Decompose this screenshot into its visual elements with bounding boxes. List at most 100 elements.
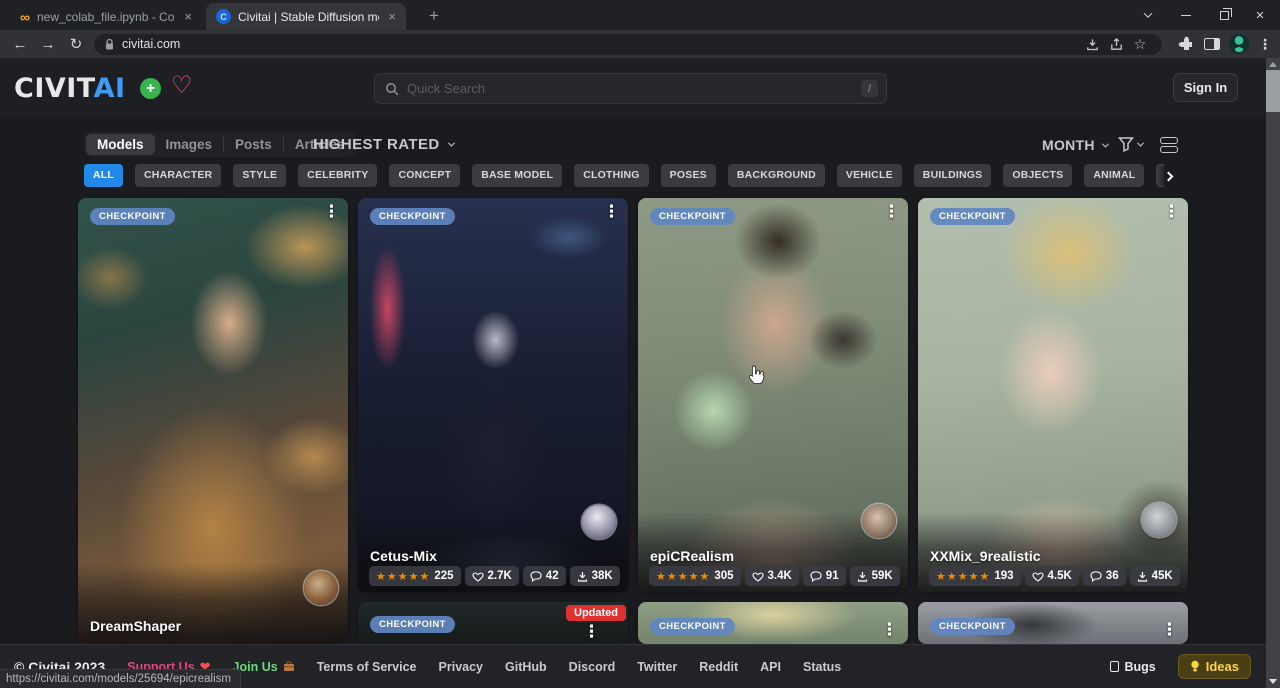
download-icon — [1137, 571, 1148, 582]
creator-avatar[interactable] — [862, 504, 896, 538]
scroll-up-arrow-icon[interactable] — [1269, 62, 1277, 67]
footer-link-status[interactable]: Status — [803, 660, 841, 674]
category-pill-clothing[interactable]: CLOTHING — [574, 164, 648, 187]
model-card-dreamshaper[interactable]: CHECKPOINT ⋮ DreamShaper — [78, 198, 348, 644]
url-text: civitai.com — [122, 37, 1080, 51]
category-pill-character[interactable]: CHARACTER — [135, 164, 221, 187]
model-card-xxmix9realistic[interactable]: CHECKPOINT ⋮ XXMix_9realistic ★★★★★ 193 … — [918, 198, 1188, 592]
downloads-pill: 59K — [850, 566, 900, 586]
page-scrollbar[interactable] — [1266, 58, 1280, 688]
downloads-count: 38K — [592, 570, 613, 582]
heart-icon — [1032, 571, 1044, 582]
close-window-button[interactable]: × — [1242, 0, 1278, 30]
filter-dropdown[interactable] — [1118, 136, 1143, 152]
period-dropdown[interactable]: MONTH — [1042, 137, 1108, 153]
favorites-heart-icon[interactable]: ♡ — [171, 71, 193, 100]
sign-in-button[interactable]: Sign In — [1173, 73, 1238, 102]
model-card-partial[interactable]: CHECKPOINT ⋮ — [918, 602, 1188, 644]
bugs-link[interactable]: Bugs — [1110, 660, 1156, 674]
lock-icon — [104, 38, 115, 51]
footer-link-privacy[interactable]: Privacy — [439, 660, 483, 674]
scroll-down-arrow-icon[interactable] — [1269, 679, 1277, 684]
restore-button[interactable] — [1206, 0, 1242, 30]
model-card-partial[interactable]: Updated CHECKPOINT ⋮ — [358, 602, 628, 644]
footer-link-reddit[interactable]: Reddit — [699, 660, 738, 674]
sort-dropdown[interactable]: HIGHEST RATED — [313, 136, 454, 153]
side-panel-icon[interactable] — [1204, 38, 1220, 50]
back-button[interactable]: ← — [8, 34, 32, 54]
category-pill-animal[interactable]: ANIMAL — [1084, 164, 1144, 187]
category-pill-base-model[interactable]: BASE MODEL — [472, 164, 562, 187]
tab-close-icon[interactable]: × — [182, 9, 194, 24]
tab-close-icon[interactable]: × — [386, 9, 398, 24]
bookmark-star-icon[interactable]: ☆ — [1128, 36, 1152, 53]
layout-toggle-button[interactable] — [1160, 137, 1178, 153]
category-pill-vehicle[interactable]: VEHICLE — [837, 164, 902, 187]
model-title: Cetus-Mix — [370, 548, 437, 564]
card-menu-icon[interactable]: ⋮ — [881, 620, 898, 640]
pills-scroll-right-button[interactable] — [1158, 166, 1178, 186]
card-menu-icon[interactable]: ⋮ — [1161, 620, 1178, 640]
category-pill-poses[interactable]: POSES — [661, 164, 716, 187]
category-pill-concept[interactable]: CONCEPT — [389, 164, 460, 187]
creator-avatar[interactable] — [1142, 503, 1176, 537]
tab-search-chevron-icon[interactable] — [1130, 0, 1166, 30]
minimize-button[interactable] — [1168, 0, 1204, 30]
creator-avatar[interactable] — [582, 505, 616, 539]
model-title: epiCRealism — [650, 548, 734, 564]
civitai-page: CIVITAI + ♡ / Sign In Models Images Post… — [0, 58, 1280, 688]
footer-link-github[interactable]: GitHub — [505, 660, 547, 674]
model-card-partial[interactable]: CHECKPOINT ⋮ — [638, 602, 908, 644]
card-menu-icon[interactable]: ⋮ — [1163, 202, 1180, 222]
model-card-epicrealism[interactable]: CHECKPOINT ⋮ epiCRealism ★★★★★ 305 3.4K … — [638, 198, 908, 592]
card-menu-icon[interactable]: ⋮ — [603, 202, 620, 222]
scrollbar-thumb[interactable] — [1266, 70, 1280, 112]
comments-count: 36 — [1106, 570, 1119, 582]
model-title: DreamShaper — [90, 618, 181, 634]
heart-icon — [752, 571, 764, 582]
share-icon[interactable] — [1104, 37, 1128, 52]
civitai-logo[interactable]: CIVITAI — [14, 73, 126, 104]
browser-menu-icon[interactable]: ⋮ — [1258, 36, 1272, 53]
category-pill-buildings[interactable]: BUILDINGS — [914, 164, 992, 187]
category-pill-background[interactable]: BACKGROUND — [728, 164, 825, 187]
download-page-icon[interactable] — [1080, 37, 1104, 52]
model-card-cetus-mix[interactable]: CHECKPOINT ⋮ Cetus-Mix ★★★★★ 225 2.7K 42… — [358, 198, 628, 592]
likes-pill: 3.4K — [745, 566, 799, 586]
forward-button[interactable]: → — [36, 34, 60, 54]
star-rating-icon: ★★★★★ — [376, 570, 430, 583]
likes-pill: 2.7K — [465, 566, 519, 586]
category-pill-objects[interactable]: OBJECTS — [1003, 164, 1072, 187]
browser-tab-colab[interactable]: ∞ new_colab_file.ipynb - Colaborat × — [10, 3, 202, 30]
create-plus-button[interactable]: + — [140, 78, 161, 99]
footer-link-terms[interactable]: Terms of Service — [317, 660, 417, 674]
rating-count: 225 — [434, 570, 453, 582]
card-menu-icon[interactable]: ⋮ — [323, 202, 340, 222]
card-menu-icon[interactable]: ⋮ — [883, 202, 900, 222]
browser-tab-civitai[interactable]: C Civitai | Stable Diffusion models, × — [206, 3, 406, 30]
card-menu-icon[interactable]: ⋮ — [583, 622, 600, 642]
ideas-button[interactable]: Ideas — [1178, 654, 1251, 679]
comments-pill: 36 — [1083, 566, 1126, 586]
search-input[interactable] — [407, 81, 861, 96]
model-stats: ★★★★★ 225 2.7K 42 38K — [369, 566, 617, 586]
creator-avatar[interactable] — [304, 571, 338, 605]
new-tab-button[interactable]: + — [422, 5, 446, 27]
category-pill-celebrity[interactable]: CELEBRITY — [298, 164, 377, 187]
category-pill-all[interactable]: ALL — [84, 164, 123, 187]
footer-link-api[interactable]: API — [760, 660, 781, 674]
rating-pill: ★★★★★ 225 — [369, 566, 461, 586]
tab-posts[interactable]: Posts — [224, 134, 283, 155]
join-us-link[interactable]: Join Us — [233, 660, 295, 674]
tab-models[interactable]: Models — [86, 134, 155, 155]
reload-button[interactable]: ↻ — [64, 34, 88, 54]
tab-images[interactable]: Images — [155, 134, 224, 155]
footer-link-twitter[interactable]: Twitter — [637, 660, 677, 674]
quick-search-box[interactable]: / — [374, 73, 887, 104]
address-bar[interactable]: civitai.com ☆ — [94, 34, 1162, 55]
browser-profile-avatar[interactable] — [1229, 34, 1249, 54]
footer-link-discord[interactable]: Discord — [569, 660, 616, 674]
search-shortcut-badge: / — [861, 80, 878, 97]
category-pill-style[interactable]: STYLE — [233, 164, 286, 187]
extensions-puzzle-icon[interactable] — [1178, 36, 1195, 53]
